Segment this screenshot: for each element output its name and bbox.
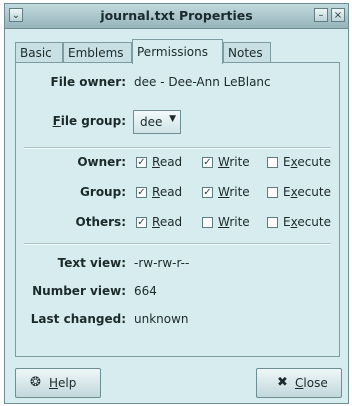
owner-execute-checkbox[interactable] [267, 157, 278, 168]
owner-write-label: Write [218, 155, 250, 169]
number-view-value: 664 [134, 284, 157, 298]
tab-basic[interactable]: Basic [15, 42, 63, 63]
help-button-label: Help [49, 376, 77, 390]
group-write-checkbox[interactable]: ✓ [202, 187, 213, 198]
owner-read-checkbox[interactable]: ✓ [136, 157, 147, 168]
owner-execute-label: Execute [283, 155, 332, 169]
file-group-value: dee [140, 115, 163, 129]
file-owner-label: File owner: [50, 75, 126, 89]
title-bar[interactable]: ⌄ journal.txt Properties – × [5, 4, 348, 29]
tab-notes[interactable]: Notes [223, 42, 271, 63]
group-read-checkbox[interactable]: ✓ [136, 187, 147, 198]
minimize-button[interactable]: – [314, 8, 328, 22]
text-view-value: -rw-rw-r-- [134, 256, 190, 270]
owner-write-checkbox[interactable]: ✓ [202, 157, 213, 168]
text-view-label: Text view: [57, 256, 126, 270]
group-execute-checkbox[interactable] [267, 187, 278, 198]
close-window-button[interactable]: × [331, 8, 345, 22]
permissions-panel: File owner: dee - Dee-Ann LeBlanc File g… [15, 62, 340, 357]
number-view-label: Number view: [32, 284, 126, 298]
tab-emblems[interactable]: Emblems [63, 42, 132, 63]
tab-permissions[interactable]: Permissions [132, 39, 223, 64]
file-group-label: File group: [52, 114, 126, 128]
last-changed-value: unknown [134, 312, 189, 326]
others-write-checkbox[interactable] [202, 217, 213, 228]
help-icon: ❂ [30, 375, 41, 390]
file-owner-value: dee - Dee-Ann LeBlanc [134, 75, 271, 89]
others-execute-label: Execute [283, 215, 332, 229]
chevron-down-icon: ▼ [169, 114, 176, 124]
group-execute-label: Execute [283, 185, 332, 199]
group-read-label: Read [152, 185, 183, 199]
owner-read-label: Read [152, 155, 183, 169]
others-read-label: Read [152, 215, 183, 229]
window-menu-button[interactable]: ⌄ [9, 8, 23, 22]
close-button[interactable]: ✖ Close [256, 368, 342, 398]
others-label: Others: [75, 215, 126, 229]
separator [24, 147, 331, 149]
window-title: journal.txt Properties [100, 8, 253, 23]
separator [24, 243, 331, 245]
group-write-label: Write [218, 185, 250, 199]
others-execute-checkbox[interactable] [267, 217, 278, 228]
file-group-select[interactable]: dee ▼ [133, 110, 181, 134]
last-changed-label: Last changed: [30, 312, 126, 326]
close-button-label: Close [295, 376, 328, 390]
others-read-checkbox[interactable]: ✓ [136, 217, 147, 228]
properties-window: ⌄ journal.txt Properties – × Basic Emble… [4, 3, 349, 404]
help-button[interactable]: ❂ Help [15, 368, 101, 398]
close-x-icon: ✖ [277, 375, 288, 390]
group-label: Group: [80, 185, 126, 199]
others-write-label: Write [218, 215, 250, 229]
owner-label: Owner: [77, 155, 126, 169]
